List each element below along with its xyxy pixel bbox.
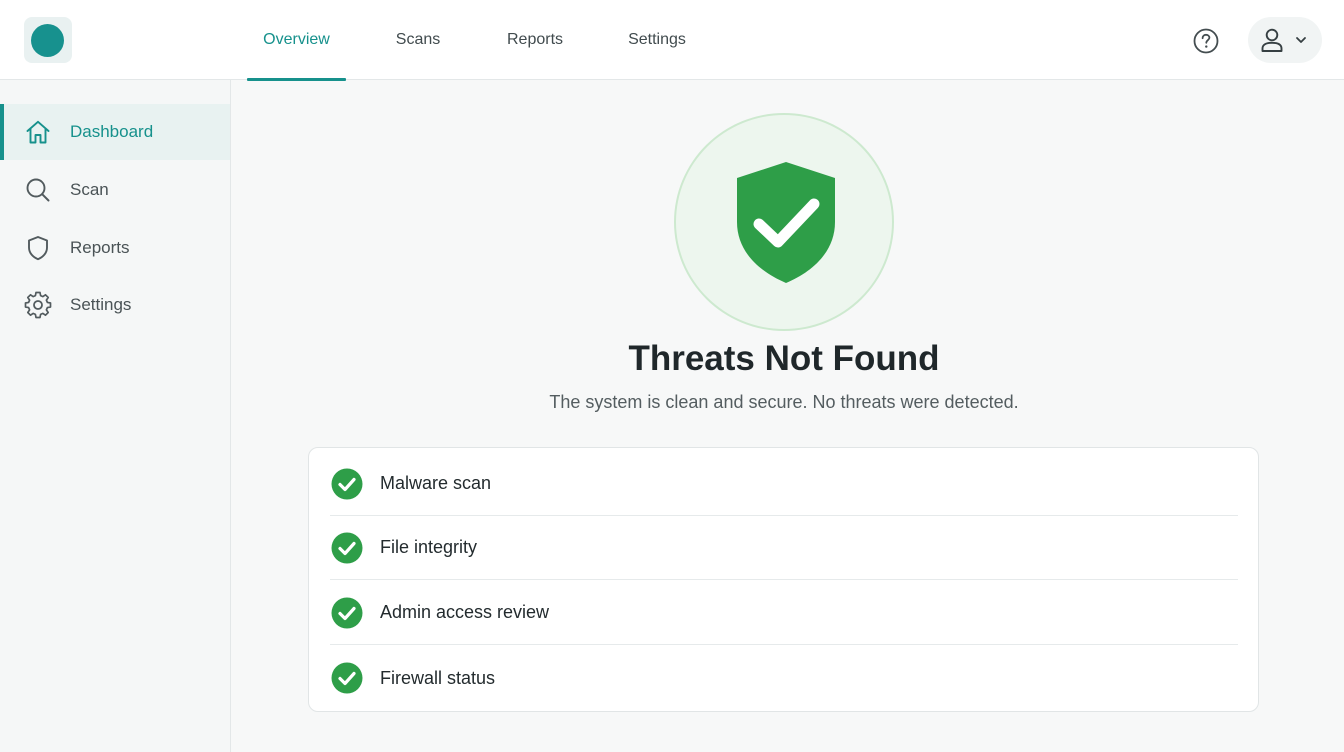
sidebar-item-settings[interactable]: Settings xyxy=(0,277,230,333)
status-badge xyxy=(674,113,894,331)
check-circle-icon xyxy=(331,597,363,628)
check-circle-icon xyxy=(331,662,363,694)
tab-label: Scans xyxy=(395,31,441,48)
gear-icon xyxy=(24,291,52,319)
sidebar-item-label: Settings xyxy=(70,295,132,314)
sidebar-item-label: Dashboard xyxy=(70,122,154,141)
search-icon xyxy=(26,178,50,202)
check-label: File integrity xyxy=(380,537,478,557)
list-item: Firewall status xyxy=(330,646,1238,710)
tab-label: Settings xyxy=(628,31,686,48)
shield-check-icon xyxy=(737,162,835,283)
list-item: Malware scan xyxy=(330,452,1238,516)
tab-settings[interactable]: Settings xyxy=(612,0,702,80)
list-item: Admin access review xyxy=(330,581,1238,645)
check-label: Malware scan xyxy=(380,473,492,493)
check-circle-icon xyxy=(331,468,363,499)
main-content: Threats Not Found The system is clean an… xyxy=(231,81,1344,752)
tab-overview[interactable]: Overview xyxy=(247,0,346,81)
help-button[interactable] xyxy=(1192,27,1220,55)
check-label: Firewall status xyxy=(380,667,496,688)
tab-label: Overview xyxy=(263,31,330,48)
chevron-down-icon xyxy=(1296,37,1306,43)
sidebar-item-scan[interactable]: Scan xyxy=(0,162,230,218)
user-menu-button[interactable] xyxy=(1248,17,1322,63)
list-item: File integrity xyxy=(330,516,1238,580)
home-icon xyxy=(26,120,50,144)
sidebar: Dashboard Scan Reports Settings xyxy=(0,80,231,752)
shield-icon xyxy=(28,236,48,261)
sidebar-item-label: Reports xyxy=(70,238,130,257)
app-logo[interactable] xyxy=(24,17,72,63)
sidebar-item-label: Scan xyxy=(70,180,109,199)
help-circle-icon xyxy=(1193,28,1219,54)
checks-card: Malware scan File integrity Admin access… xyxy=(308,447,1259,712)
tab-label: Reports xyxy=(506,31,564,48)
sidebar-item-reports[interactable]: Reports xyxy=(0,220,230,276)
status-title: Threats Not Found xyxy=(628,339,940,378)
tab-scans[interactable]: Scans xyxy=(375,0,461,80)
sidebar-item-dashboard[interactable]: Dashboard xyxy=(0,104,230,160)
logo-mark xyxy=(31,24,64,57)
user-icon xyxy=(1261,28,1283,52)
top-bar: Overview Scans Reports Settings xyxy=(0,0,1344,81)
check-circle-icon xyxy=(331,532,363,563)
check-label: Admin access review xyxy=(380,602,550,622)
status-subtitle: The system is clean and secure. No threa… xyxy=(549,392,1019,412)
tab-reports[interactable]: Reports xyxy=(490,0,580,80)
